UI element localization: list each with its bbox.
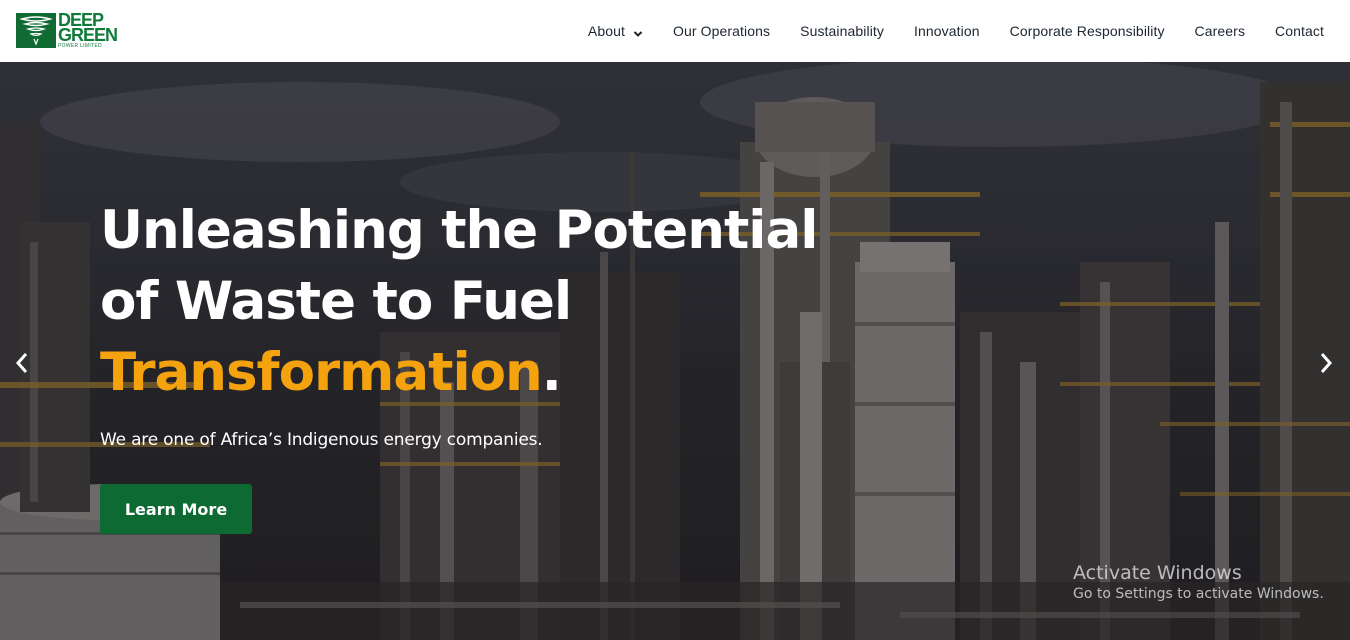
hero-subtitle: We are one of Africa’s Indigenous energy… [100,430,543,450]
logo[interactable]: DEEP GREEN POWER LIMITED [16,11,134,49]
nav-item-about[interactable]: About [588,23,643,39]
logo-line-2: GREEN [58,25,118,45]
nav-item-sustainability[interactable]: Sustainability [800,23,884,39]
nav-item-label: About [587,23,625,39]
site-header: DEEP GREEN POWER LIMITED About Our Opera… [0,0,1350,62]
headline-accent: Transformation [100,342,543,403]
nav-item-our-operations[interactable]: Our Operations [673,23,770,39]
chevron-left-icon [15,353,28,373]
headline-line-1: Unleashing the Potential [100,200,818,261]
hero-headline: Unleashing the Potential of Waste to Fue… [100,195,820,408]
headline-line-2: of Waste to Fuel [100,271,572,332]
slider-prev-button[interactable] [12,350,32,376]
nav-item-innovation[interactable]: Innovation [914,23,980,39]
nav-item-corporate-responsibility[interactable]: Corporate Responsibility [1010,23,1165,39]
nav-item-label: Contact [1275,23,1324,39]
hero-slider: Unleashing the Potential of Waste to Fue… [0,62,1350,640]
logo-emblem-icon [16,13,56,48]
nav-item-label: Careers [1194,23,1246,39]
headline-period: . [541,342,562,403]
nav-item-label: Corporate Responsibility [1009,23,1165,39]
nav-item-label: Sustainability [800,23,885,39]
nav-item-contact[interactable]: Contact [1275,23,1324,39]
chevron-right-icon [1320,353,1333,373]
nav-item-label: Innovation [914,23,980,39]
windows-activation-watermark: Activate Windows Go to Settings to activ… [1073,562,1324,602]
main-nav: About Our Operations Sustainability Inno… [588,0,1324,62]
learn-more-button[interactable]: Learn More [100,484,252,534]
slider-next-button[interactable] [1316,350,1336,376]
watermark-subtitle: Go to Settings to activate Windows. [1073,586,1324,602]
nav-item-careers[interactable]: Careers [1195,23,1246,39]
watermark-title: Activate Windows [1073,562,1242,584]
logo-wordmark: DEEP GREEN POWER LIMITED [58,11,118,49]
chevron-down-icon [633,26,643,37]
nav-item-label: Our Operations [673,23,771,39]
